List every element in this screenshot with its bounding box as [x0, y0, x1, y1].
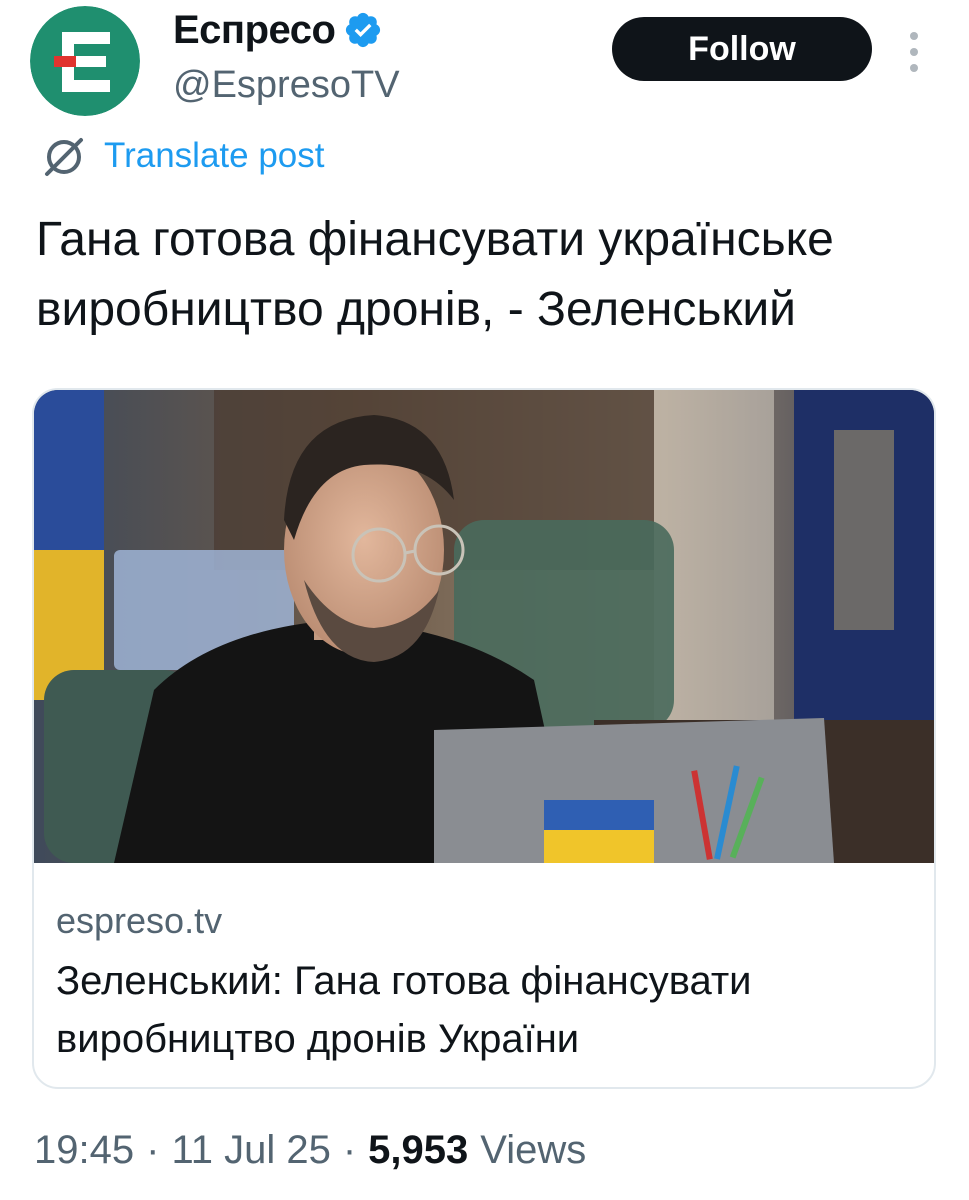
link-card[interactable]: espreso.tv Зеленський: Гана готова фінан… [32, 388, 936, 1089]
meta-separator: · [342, 1128, 357, 1172]
meta-separator: · [146, 1128, 160, 1172]
avatar[interactable] [30, 6, 140, 116]
account-handle[interactable]: @EspresoTV [173, 60, 400, 110]
post-meta: 19:45 · 11 Jul 25 · 5,953 Views [34, 1128, 586, 1173]
post-date[interactable]: 11 Jul 25 [171, 1128, 330, 1173]
link-title: Зеленський: Гана готова фінансувати виро… [56, 959, 752, 1061]
display-name-text: Еспресо [173, 8, 336, 52]
article-photo[interactable] [34, 390, 934, 863]
post-text: Гана готова фінансувати українське вироб… [36, 213, 834, 336]
display-name[interactable]: Еспресо [173, 4, 383, 56]
translate-label: Translate post [104, 136, 325, 175]
more-dot [910, 64, 918, 72]
translate-post-link[interactable]: Translate post [40, 133, 324, 179]
views-count[interactable]: 5,953 [368, 1128, 468, 1173]
espreso-logo-icon [30, 6, 140, 116]
verified-badge-icon [346, 12, 381, 48]
post-time[interactable]: 19:45 [34, 1128, 134, 1173]
views-label: Views [480, 1128, 587, 1172]
link-domain: espreso.tv [56, 900, 223, 941]
globe-translate-icon [45, 138, 83, 176]
more-dot [910, 32, 918, 40]
follow-button[interactable]: Follow [612, 17, 872, 81]
more-dot [910, 48, 918, 56]
more-options-icon[interactable] [904, 32, 924, 72]
article-photo-illustration [34, 390, 934, 863]
